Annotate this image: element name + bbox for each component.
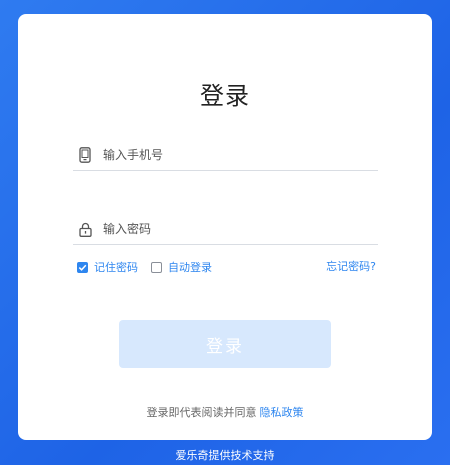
remember-password-checkbox[interactable]: 记住密码 <box>77 258 138 276</box>
footer-support-text: 爱乐奇提供技术支持 <box>175 449 275 462</box>
phone-field[interactable] <box>73 140 378 171</box>
check-icon <box>78 264 87 271</box>
remember-password-label: 记住密码 <box>94 261 138 274</box>
lock-icon <box>77 221 93 237</box>
page-title: 登录 <box>200 82 250 110</box>
checkbox-checked[interactable] <box>77 261 88 273</box>
login-card: 登录 记住密码 <box>18 14 432 440</box>
password-field[interactable] <box>73 214 378 245</box>
checkbox-unchecked[interactable] <box>151 261 162 273</box>
privacy-policy-link[interactable]: 隐私政策 <box>260 406 304 419</box>
auto-login-checkbox[interactable]: 自动登录 <box>151 258 212 276</box>
auto-login-label: 自动登录 <box>168 261 212 274</box>
mobile-phone-icon <box>77 147 93 163</box>
forgot-password-link[interactable]: 忘记密码? <box>326 258 376 276</box>
phone-input[interactable] <box>103 144 378 166</box>
agreement-text: 登录即代表阅读并同意 隐私政策 <box>18 404 432 420</box>
login-button[interactable]: 登录 <box>119 320 331 368</box>
login-options: 记住密码 自动登录 忘记密码? <box>73 258 378 276</box>
agreement-prefix: 登录即代表阅读并同意 <box>146 406 257 419</box>
password-input[interactable] <box>103 218 378 240</box>
